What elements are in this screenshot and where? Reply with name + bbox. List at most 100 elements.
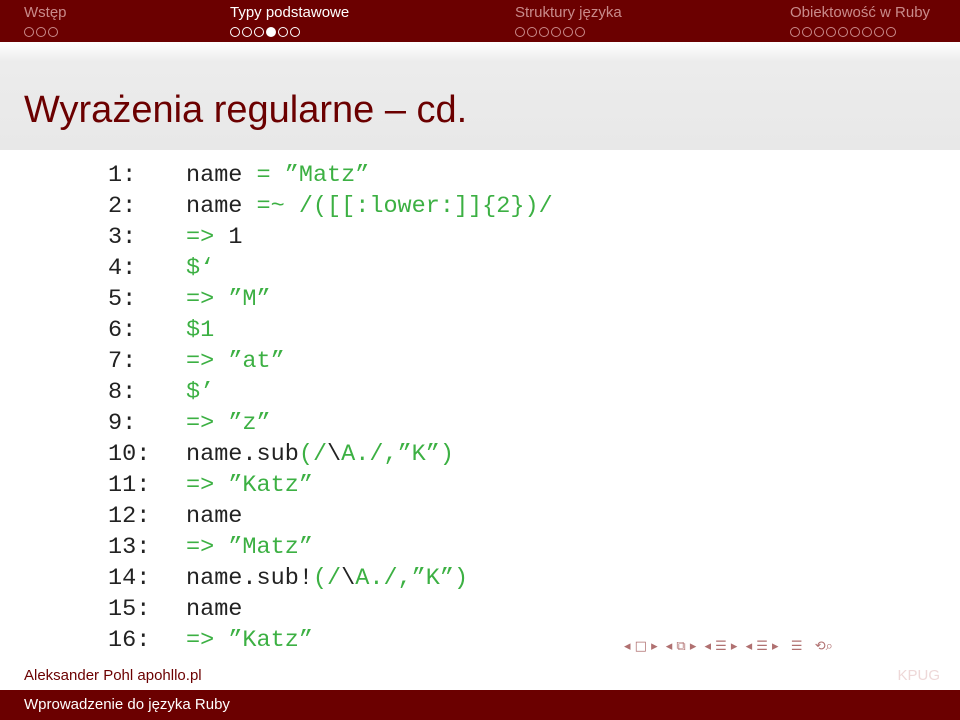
code-line: 10: name.sub(/\A./,”K”) <box>108 439 628 470</box>
code-line: 7: => ”at” <box>108 346 628 377</box>
line-number: 2: <box>108 193 137 220</box>
code-line: 14: name.sub!(/\A./,”K”) <box>108 563 628 594</box>
code-token: name.sub <box>186 441 299 468</box>
footer-logo: KPUG <box>897 667 940 684</box>
frame-dot-icon[interactable] <box>563 27 573 37</box>
frame-dot-icon[interactable] <box>790 27 800 37</box>
code-token: , <box>383 441 398 468</box>
code-token: name.sub! <box>186 565 313 592</box>
frame-dot-icon[interactable] <box>862 27 872 37</box>
frame-dot-icon[interactable] <box>230 27 240 37</box>
line-number: 7: <box>108 348 137 375</box>
code-token: /([[:lower:]]{2})/ <box>298 193 553 220</box>
code-line: 12: name <box>108 501 628 532</box>
frame-dot-icon[interactable] <box>850 27 860 37</box>
code-token: / <box>312 441 328 468</box>
frame-dot-icon[interactable] <box>575 27 585 37</box>
frame-dot-icon[interactable] <box>539 27 549 37</box>
code-line: 15: name <box>108 594 628 625</box>
code-line: 5: => ”M” <box>108 284 628 315</box>
line-number: 13: <box>108 534 151 561</box>
code-token: 1 <box>228 224 243 251</box>
frame-dot-icon[interactable] <box>874 27 884 37</box>
nav-document-icon[interactable]: ☰ <box>783 639 803 654</box>
frame-dot-icon[interactable] <box>814 27 824 37</box>
frame-dot-icon[interactable] <box>527 27 537 37</box>
beamer-navigation-symbols: ◂ □ ▸ ◂ ⧉ ▸ ◂ ☰ ▸ ◂ ☰ ▸ ☰ ⟲⌕ <box>624 637 944 655</box>
code-token: ( <box>298 441 313 468</box>
frame-dot-icon[interactable] <box>551 27 561 37</box>
code-token: / <box>327 565 342 592</box>
footer-author: Aleksander Pohl apohllo.pl <box>24 667 202 684</box>
code-line: 3: => 1 <box>108 222 628 253</box>
code-token: $‘ <box>186 255 215 282</box>
line-number: 6: <box>108 317 137 344</box>
frame-dot-icon[interactable] <box>36 27 46 37</box>
nav-section-1[interactable]: Wstęp <box>24 4 67 22</box>
code-line: 9: => ”z” <box>108 408 628 439</box>
code-line: 13: => ”Matz” <box>108 532 628 563</box>
line-number: 15: <box>108 596 151 623</box>
line-number: 12: <box>108 503 151 530</box>
frame-dot-icon[interactable] <box>515 27 525 37</box>
code-line: 2: name =~ /([[:lower:]]{2})/ <box>108 191 628 222</box>
line-number: 4: <box>108 255 137 282</box>
code-token: ”at” <box>228 348 285 375</box>
frame-dot-icon[interactable] <box>254 27 264 37</box>
code-token: ”Katz” <box>228 472 313 499</box>
code-line: 16: => ”Katz” <box>108 625 628 656</box>
frame-title: Wyrażenia regularne – cd. <box>24 89 468 131</box>
code-token: => <box>186 286 229 313</box>
code-token: => <box>186 410 229 437</box>
code-line: 1: name = ”Matz” <box>108 160 628 191</box>
frame-dot-icon[interactable] <box>886 27 896 37</box>
code-token: ) <box>453 565 469 592</box>
code-token: ”z” <box>228 410 271 437</box>
line-number: 14: <box>108 565 151 592</box>
nav-section-4[interactable]: Obiektowość w Ruby <box>790 4 930 22</box>
code-token: name <box>186 193 257 220</box>
frame-dot-icon[interactable] <box>24 27 34 37</box>
line-number: 5: <box>108 286 137 313</box>
code-token: $1 <box>186 317 215 344</box>
code-token: ”K” <box>411 565 454 592</box>
frame-dot-icon[interactable] <box>802 27 812 37</box>
nav-section-2-frames <box>230 27 300 37</box>
code-token: \ <box>327 441 342 468</box>
code-token: ”M” <box>228 286 271 313</box>
frame-dot-icon[interactable] <box>290 27 300 37</box>
code-token: A./ <box>355 565 398 592</box>
frame-dot-icon[interactable] <box>278 27 288 37</box>
code-listing: 1: name = ”Matz” 2: name =~ /([[:lower:]]{2… <box>108 160 628 656</box>
nav-prev-section-icon[interactable]: ◂ ☰ ▸ <box>741 639 779 654</box>
line-number: 3: <box>108 224 137 251</box>
nav-prev-frame-icon[interactable]: ◂ ⧉ ▸ <box>662 639 697 654</box>
nav-section-4-frames <box>790 27 896 37</box>
nav-prev-subsection-icon[interactable]: ◂ ☰ ▸ <box>700 639 737 654</box>
frame-dot-icon[interactable] <box>48 27 58 37</box>
code-line: 6: $1 <box>108 315 628 346</box>
frame-dot-icon[interactable] <box>266 27 276 37</box>
code-token: => <box>186 472 229 499</box>
code-token: ”Matz” <box>284 162 370 189</box>
nav-section-3[interactable]: Struktury języka <box>515 4 622 22</box>
frame-dot-icon[interactable] <box>242 27 252 37</box>
nav-prev-slide-icon[interactable]: ◂ □ ▸ <box>624 639 658 654</box>
code-token: ( <box>312 565 328 592</box>
frame-dot-icon[interactable] <box>826 27 836 37</box>
code-line: 11: => ”Katz” <box>108 470 628 501</box>
code-line: 8: $’ <box>108 377 628 408</box>
code-token: ”K” <box>397 441 440 468</box>
code-token: $’ <box>186 379 215 406</box>
code-token: \ <box>341 565 356 592</box>
frame-dot-icon[interactable] <box>838 27 848 37</box>
nav-section-2[interactable]: Typy podstawowe <box>230 4 349 22</box>
line-number: 16: <box>108 627 151 654</box>
code-token: name <box>186 162 257 189</box>
nav-section-1-frames <box>24 27 58 37</box>
nav-search-icon[interactable]: ⟲⌕ <box>806 639 833 654</box>
line-number: 11: <box>108 472 151 499</box>
code-token: = <box>256 162 285 189</box>
code-line: 4: $‘ <box>108 253 628 284</box>
line-number: 10: <box>108 441 151 468</box>
